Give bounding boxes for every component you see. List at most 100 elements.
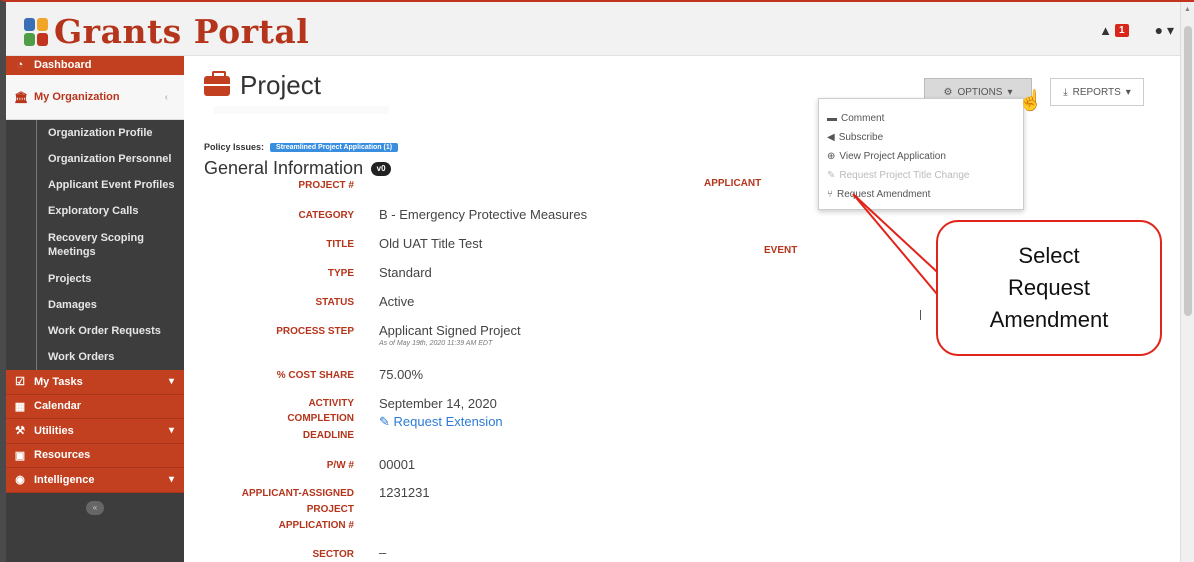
sidebar: ◔ Dashboard 🏛 My Organization ‹ Organiza… bbox=[6, 56, 184, 562]
policy-badge[interactable]: Streamlined Project Application (1) bbox=[270, 142, 399, 152]
field-label-applicant-assigned: APPLICANT-ASSIGNED bbox=[241, 488, 354, 499]
calendar-icon: ▦ bbox=[14, 400, 26, 413]
notifications-button[interactable]: ▲ 1 bbox=[1099, 23, 1129, 38]
scroll-up-arrow-icon[interactable]: ▲ bbox=[1184, 6, 1191, 13]
field-label-title: TITLE bbox=[326, 239, 354, 250]
options-label: OPTIONS bbox=[957, 86, 1003, 98]
top-bar: Grants Portal ▲ 1 ● ▾ bbox=[6, 2, 1194, 56]
reports-button[interactable]: ⤓ REPORTS ▾ bbox=[1050, 78, 1144, 106]
notification-badge: 1 bbox=[1115, 24, 1129, 37]
sidebar-item-label: My Organization bbox=[34, 91, 120, 103]
sidebar-collapse-button[interactable]: « bbox=[86, 500, 104, 515]
process-step-timestamp: As of May 19th, 2020 11:39 AM EDT bbox=[379, 340, 493, 347]
sidebar-subitem-organization-profile[interactable]: Organization Profile bbox=[6, 120, 184, 146]
page-header: Project bbox=[204, 70, 321, 101]
caret-down-icon: ▾ bbox=[1125, 86, 1131, 98]
menu-item-label: Request Project Title Change bbox=[839, 170, 970, 181]
request-extension-link[interactable]: ✎ Request Extension bbox=[379, 414, 503, 430]
sidebar-item-label: Resources bbox=[34, 449, 91, 462]
app-title: Grants Portal bbox=[54, 12, 310, 51]
chevron-down-icon: ▾ bbox=[168, 474, 174, 486]
hand-pointer-icon: ☝ bbox=[1018, 90, 1043, 112]
options-dropdown-menu: ▬ Comment ◀ Subscribe ⊕ View Project App… bbox=[818, 98, 1024, 210]
caret-down-icon: ▾ bbox=[1166, 22, 1174, 38]
scrollbar-thumb[interactable] bbox=[1184, 26, 1192, 316]
send-icon: ◀ bbox=[827, 132, 835, 143]
user-menu-button[interactable]: ● ▾ bbox=[1155, 22, 1174, 39]
sidebar-item-label: Utilities bbox=[34, 424, 74, 437]
field-value-process-step: Applicant Signed Project bbox=[379, 323, 521, 338]
annotation-callout: Select Request Amendment bbox=[936, 220, 1162, 356]
field-label-applicant: APPLICANT bbox=[704, 178, 762, 189]
field-value-type: Standard bbox=[379, 265, 432, 280]
sidebar-subitem-projects[interactable]: Projects bbox=[6, 266, 184, 292]
field-label-cost-share: % COST SHARE bbox=[276, 370, 354, 381]
sidebar-item-my-tasks[interactable]: ☑ My Tasks ▾ bbox=[6, 370, 184, 395]
callout-line-2: Request bbox=[1008, 275, 1090, 300]
chevron-down-icon: ▾ bbox=[168, 425, 174, 437]
pencil-icon: ✎ bbox=[827, 170, 836, 181]
policy-label: Policy Issues: bbox=[204, 142, 265, 152]
institution-icon: 🏛 bbox=[14, 91, 28, 104]
sidebar-subitem-work-order-requests[interactable]: Work Order Requests bbox=[6, 318, 184, 344]
field-label-project: PROJECT bbox=[306, 504, 354, 515]
sidebar-item-label: Calendar bbox=[34, 400, 82, 413]
sidebar-item-label: Intelligence bbox=[34, 473, 95, 486]
menu-item-request-project-title-change: ✎ Request Project Title Change bbox=[819, 166, 1023, 185]
search-plus-icon: ⊕ bbox=[827, 151, 836, 162]
chevron-icon: ‹ bbox=[164, 91, 168, 103]
gear-icon: ⚙ bbox=[943, 86, 953, 98]
sidebar-subitem-exploratory-calls[interactable]: Exploratory Calls bbox=[6, 198, 184, 224]
sidebar-subitem-organization-personnel[interactable]: Organization Personnel bbox=[6, 146, 184, 172]
download-icon: ⤓ bbox=[1063, 86, 1068, 98]
sidebar-item-resources[interactable]: ▣ Resources bbox=[6, 443, 184, 468]
menu-item-comment[interactable]: ▬ Comment bbox=[819, 109, 1023, 128]
caret-down-icon: ▾ bbox=[1007, 86, 1013, 98]
sidebar-item-utilities[interactable]: ⚒ Utilities ▾ bbox=[6, 419, 184, 444]
callout-line-1: Select bbox=[1018, 243, 1080, 268]
briefcase-icon bbox=[204, 70, 230, 96]
field-value-cost-share: 75.00% bbox=[379, 367, 424, 382]
menu-item-subscribe[interactable]: ◀ Subscribe bbox=[819, 128, 1023, 147]
sidebar-item-my-organization[interactable]: 🏛 My Organization ‹ bbox=[6, 75, 184, 120]
sidebar-item-dashboard[interactable]: ◔ Dashboard bbox=[6, 56, 184, 75]
field-label-type: TYPE bbox=[327, 268, 354, 279]
policy-issues: Policy Issues: Streamlined Project Appli… bbox=[204, 142, 399, 152]
sidebar-item-intelligence[interactable]: ◉ Intelligence ▾ bbox=[6, 468, 184, 493]
pencil-icon: ✎ bbox=[379, 414, 390, 429]
page-title: Project bbox=[240, 70, 321, 100]
field-value-title: Old UAT Title Test bbox=[379, 236, 483, 251]
sidebar-item-calendar[interactable]: ▦ Calendar bbox=[6, 394, 184, 419]
general-info-title: General Information bbox=[204, 158, 364, 178]
fork-icon: ⑂ bbox=[827, 189, 833, 200]
user-icon: ● bbox=[1154, 22, 1164, 38]
field-label-event: EVENT bbox=[764, 245, 798, 256]
top-icons: ▲ 1 ● ▾ bbox=[1099, 22, 1174, 39]
request-extension-label: Request Extension bbox=[393, 414, 503, 429]
grants-portal-logo-icon bbox=[24, 17, 48, 46]
checkbox-icon: ☑ bbox=[15, 376, 25, 389]
divider-tick bbox=[920, 310, 921, 320]
dashboard-icon: ◔ bbox=[16, 59, 24, 71]
field-label-status: STATUS bbox=[315, 297, 354, 308]
app-logo[interactable]: Grants Portal bbox=[24, 12, 309, 51]
bell-icon: ▲ bbox=[1099, 23, 1113, 38]
chevron-down-icon: ▾ bbox=[168, 376, 174, 388]
menu-item-view-project-application[interactable]: ⊕ View Project Application bbox=[819, 147, 1023, 166]
field-label-project-number: PROJECT # bbox=[298, 180, 354, 191]
vertical-scrollbar[interactable]: ▲ bbox=[1180, 2, 1194, 562]
field-label-completion: COMPLETION bbox=[287, 413, 354, 424]
applicant-link-partial[interactable] bbox=[836, 201, 896, 208]
faded-subtitle bbox=[214, 106, 389, 114]
field-value-category: B - Emergency Protective Measures bbox=[379, 207, 588, 222]
sidebar-subitem-work-orders[interactable]: Work Orders bbox=[6, 344, 184, 370]
sidebar-item-label: My Tasks bbox=[34, 375, 83, 388]
field-label-deadline: DEADLINE bbox=[302, 430, 354, 441]
version-badge: v0 bbox=[371, 161, 392, 176]
callout-line-3: Amendment bbox=[989, 307, 1109, 332]
sidebar-subitem-recovery-scoping-meetings[interactable]: Recovery Scoping Meetings bbox=[6, 224, 184, 266]
sidebar-subitem-applicant-event-profiles[interactable]: Applicant Event Profiles bbox=[6, 172, 184, 198]
sidebar-subitem-damages[interactable]: Damages bbox=[6, 292, 184, 318]
field-value-status: Active bbox=[379, 294, 415, 309]
field-value-applicant-assigned: 1231231 bbox=[379, 485, 430, 500]
